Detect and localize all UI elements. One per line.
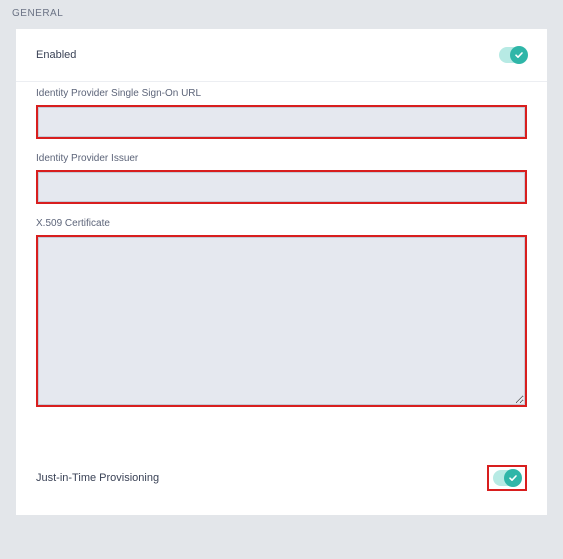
enabled-row: Enabled [16,29,547,82]
section-title: GENERAL [2,2,561,29]
sso-url-input[interactable] [38,107,525,137]
cert-label: X.509 Certificate [36,218,527,229]
sso-url-field: Identity Provider Single Sign-On URL [36,88,527,139]
highlight-box [36,170,527,204]
cert-textarea[interactable] [38,237,525,405]
jit-row: Just-in-Time Provisioning [16,439,547,515]
jit-label: Just-in-Time Provisioning [36,472,159,484]
issuer-input[interactable] [38,172,525,202]
settings-panel: Enabled Identity Provider Single Sign-On… [16,29,547,515]
form-area: Identity Provider Single Sign-On URL Ide… [16,82,547,439]
sso-url-label: Identity Provider Single Sign-On URL [36,88,527,99]
jit-toggle[interactable] [493,470,521,486]
issuer-field: Identity Provider Issuer [36,153,527,204]
enabled-toggle[interactable] [499,47,527,63]
issuer-label: Identity Provider Issuer [36,153,527,164]
cert-field: X.509 Certificate [36,218,527,407]
check-icon [504,469,522,487]
enabled-label: Enabled [36,49,76,61]
page-root: GENERAL Enabled Identity Provider Single… [2,2,561,515]
highlight-box [36,105,527,139]
check-icon [510,46,528,64]
highlight-box [487,465,527,491]
highlight-box [36,235,527,407]
